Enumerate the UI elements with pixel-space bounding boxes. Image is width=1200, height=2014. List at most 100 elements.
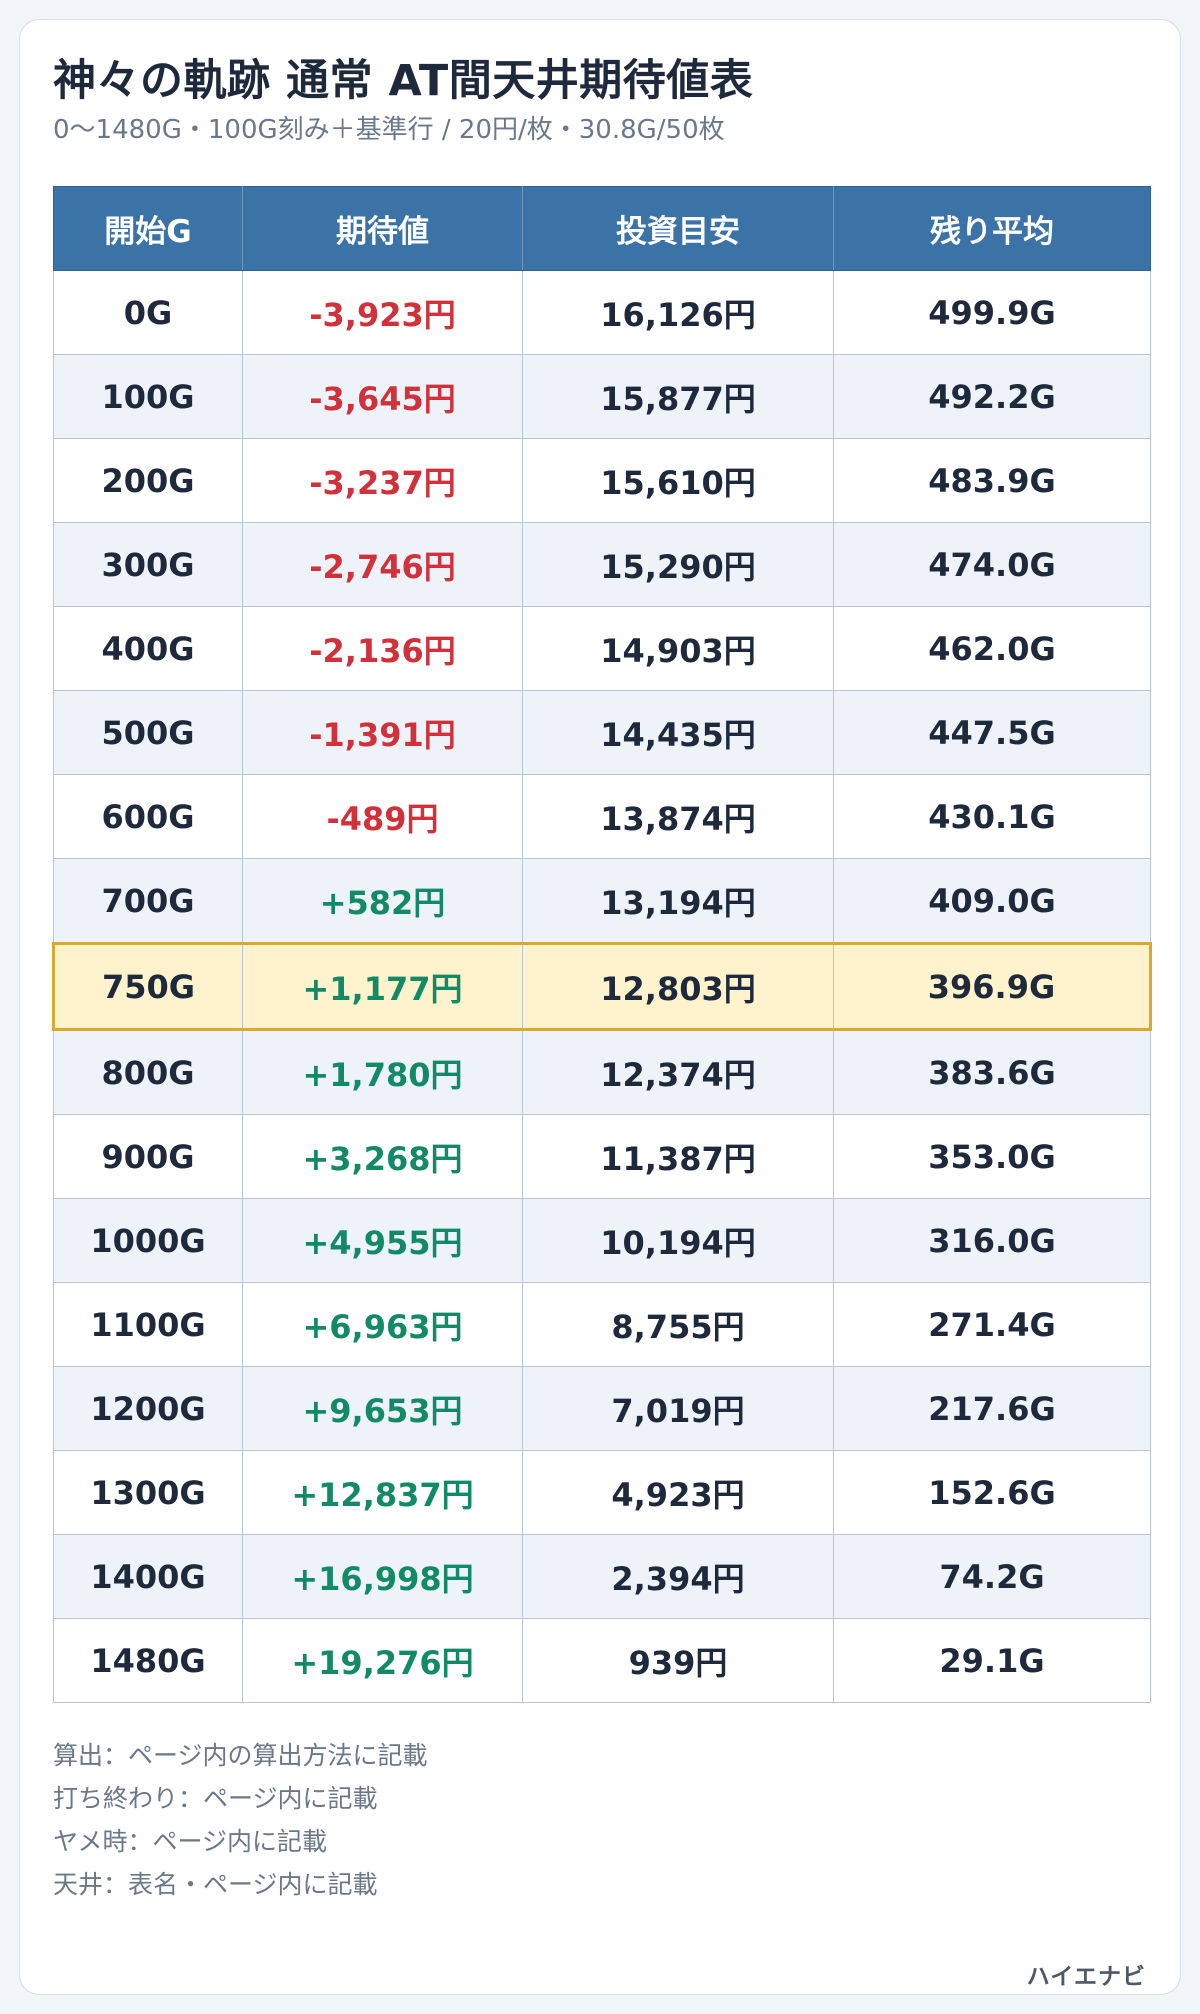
investment-cell: 15,290円	[522, 522, 834, 607]
expected-value-table: 開始G 期待値 投資目安 残り平均 0G -3,923円 16,126円 499.9G…	[52, 186, 1152, 1703]
expected-value-cell: +1,780円	[242, 1029, 523, 1115]
remaining-average-cell: 217.6G	[833, 1366, 1151, 1451]
remaining-average-cell: 409.0G	[833, 858, 1151, 944]
table-row: 400G -2,136円 14,903円 462.0G	[53, 606, 1151, 691]
expected-value-cell: -1,391円	[242, 690, 523, 775]
investment-cell: 8,755円	[522, 1282, 834, 1367]
start-game-cell: 1000G	[53, 1198, 243, 1283]
table-row: 1100G +6,963円 8,755円 271.4G	[53, 1282, 1151, 1367]
start-game-cell: 800G	[53, 1029, 243, 1115]
expected-value-cell: +1,177円	[242, 942, 523, 1031]
remaining-average-cell: 29.1G	[833, 1618, 1151, 1703]
note-item: 天井：表名・ページ内に記載	[53, 1870, 378, 1899]
table-row: 500G -1,391円 14,435円 447.5G	[53, 690, 1151, 775]
expected-value-cell: +9,653円	[242, 1366, 523, 1451]
expected-value-cell: +582円	[242, 858, 523, 944]
remaining-average-cell: 74.2G	[833, 1534, 1151, 1619]
table-header-row: 開始G 期待値 投資目安 残り平均	[53, 186, 1151, 271]
start-game-cell: 100G	[53, 354, 243, 439]
content-card: 神々の軌跡 通常 AT間天井期待値表 0〜1480G・100G刻み＋基準行 / …	[19, 19, 1181, 1995]
table-row: 0G -3,923円 16,126円 499.9G	[53, 270, 1151, 355]
column-header-expected-value: 期待値	[242, 186, 523, 271]
page-subtitle: 0〜1480G・100G刻み＋基準行 / 20円/枚・30.8G/50枚	[53, 115, 725, 145]
remaining-average-cell: 474.0G	[833, 522, 1151, 607]
investment-cell: 12,374円	[522, 1029, 834, 1115]
start-game-cell: 700G	[53, 858, 243, 944]
remaining-average-cell: 396.9G	[833, 942, 1152, 1031]
start-game-cell: 900G	[53, 1114, 243, 1199]
investment-cell: 10,194円	[522, 1198, 834, 1283]
start-game-cell: 0G	[53, 270, 243, 355]
table-row: 1300G +12,837円 4,923円 152.6G	[53, 1450, 1151, 1535]
table-row-highlighted: 750G +1,177円 12,803円 396.9G	[52, 942, 1152, 1031]
remaining-average-cell: 316.0G	[833, 1198, 1151, 1283]
note-item: ヤメ時：ページ内に記載	[53, 1827, 328, 1856]
note-item: 算出：ページ内の算出方法に記載	[53, 1741, 428, 1770]
investment-cell: 16,126円	[522, 270, 834, 355]
table-row: 1000G +4,955円 10,194円 316.0G	[53, 1198, 1151, 1283]
start-game-cell: 500G	[53, 690, 243, 775]
start-game-cell: 750G	[52, 942, 243, 1031]
notes-list: 算出：ページ内の算出方法に記載 打ち終わり：ページ内に記載 ヤメ時：ページ内に記…	[53, 1734, 428, 1906]
remaining-average-cell: 483.9G	[833, 438, 1151, 523]
remaining-average-cell: 447.5G	[833, 690, 1151, 775]
expected-value-cell: +16,998円	[242, 1534, 523, 1619]
investment-cell: 4,923円	[522, 1450, 834, 1535]
column-header-remaining-average: 残り平均	[833, 186, 1151, 271]
remaining-average-cell: 492.2G	[833, 354, 1151, 439]
table-row: 100G -3,645円 15,877円 492.2G	[53, 354, 1151, 439]
start-game-cell: 200G	[53, 438, 243, 523]
investment-cell: 939円	[522, 1618, 834, 1703]
brand-name: ハイエナビ	[1026, 1964, 1146, 1990]
remaining-average-cell: 271.4G	[833, 1282, 1151, 1367]
investment-cell: 12,803円	[522, 942, 834, 1031]
start-game-cell: 1300G	[53, 1450, 243, 1535]
start-game-cell: 300G	[53, 522, 243, 607]
investment-cell: 13,874円	[522, 774, 834, 859]
column-header-start-game: 開始G	[53, 186, 243, 271]
start-game-cell: 600G	[53, 774, 243, 859]
investment-cell: 14,435円	[522, 690, 834, 775]
remaining-average-cell: 152.6G	[833, 1450, 1151, 1535]
table-row: 900G +3,268円 11,387円 353.0G	[53, 1114, 1151, 1199]
remaining-average-cell: 499.9G	[833, 270, 1151, 355]
start-game-cell: 1200G	[53, 1366, 243, 1451]
remaining-average-cell: 383.6G	[833, 1029, 1151, 1115]
table-body: 0G -3,923円 16,126円 499.9G 100G -3,645円 15,877円…	[52, 270, 1152, 1703]
start-game-cell: 1480G	[53, 1618, 243, 1703]
investment-cell: 13,194円	[522, 858, 834, 944]
start-game-cell: 1400G	[53, 1534, 243, 1619]
table-row: 800G +1,780円 12,374円 383.6G	[53, 1029, 1151, 1115]
investment-cell: 7,019円	[522, 1366, 834, 1451]
remaining-average-cell: 462.0G	[833, 606, 1151, 691]
table-row: 1200G +9,653円 7,019円 217.6G	[53, 1366, 1151, 1451]
table-row: 600G -489円 13,874円 430.1G	[53, 774, 1151, 859]
investment-cell: 2,394円	[522, 1534, 834, 1619]
expected-value-cell: -3,237円	[242, 438, 523, 523]
investment-cell: 15,877円	[522, 354, 834, 439]
expected-value-cell: +3,268円	[242, 1114, 523, 1199]
table-row: 1480G +19,276円 939円 29.1G	[53, 1618, 1151, 1703]
start-game-cell: 1100G	[53, 1282, 243, 1367]
expected-value-cell: +4,955円	[242, 1198, 523, 1283]
remaining-average-cell: 430.1G	[833, 774, 1151, 859]
page-title: 神々の軌跡 通常 AT間天井期待値表	[53, 56, 754, 106]
table-row: 1400G +16,998円 2,394円 74.2G	[53, 1534, 1151, 1619]
table-row: 300G -2,746円 15,290円 474.0G	[53, 522, 1151, 607]
expected-value-cell: +6,963円	[242, 1282, 523, 1367]
expected-value-cell: -3,923円	[242, 270, 523, 355]
expected-value-cell: -2,136円	[242, 606, 523, 691]
expected-value-cell: -2,746円	[242, 522, 523, 607]
note-item: 打ち終わり：ページ内に記載	[53, 1784, 378, 1813]
column-header-investment: 投資目安	[522, 186, 834, 271]
remaining-average-cell: 353.0G	[833, 1114, 1151, 1199]
table-row: 200G -3,237円 15,610円 483.9G	[53, 438, 1151, 523]
expected-value-cell: +19,276円	[242, 1618, 523, 1703]
investment-cell: 11,387円	[522, 1114, 834, 1199]
expected-value-cell: -3,645円	[242, 354, 523, 439]
table-row: 700G +582円 13,194円 409.0G	[53, 858, 1151, 944]
start-game-cell: 400G	[53, 606, 243, 691]
investment-cell: 15,610円	[522, 438, 834, 523]
investment-cell: 14,903円	[522, 606, 834, 691]
expected-value-cell: -489円	[242, 774, 523, 859]
